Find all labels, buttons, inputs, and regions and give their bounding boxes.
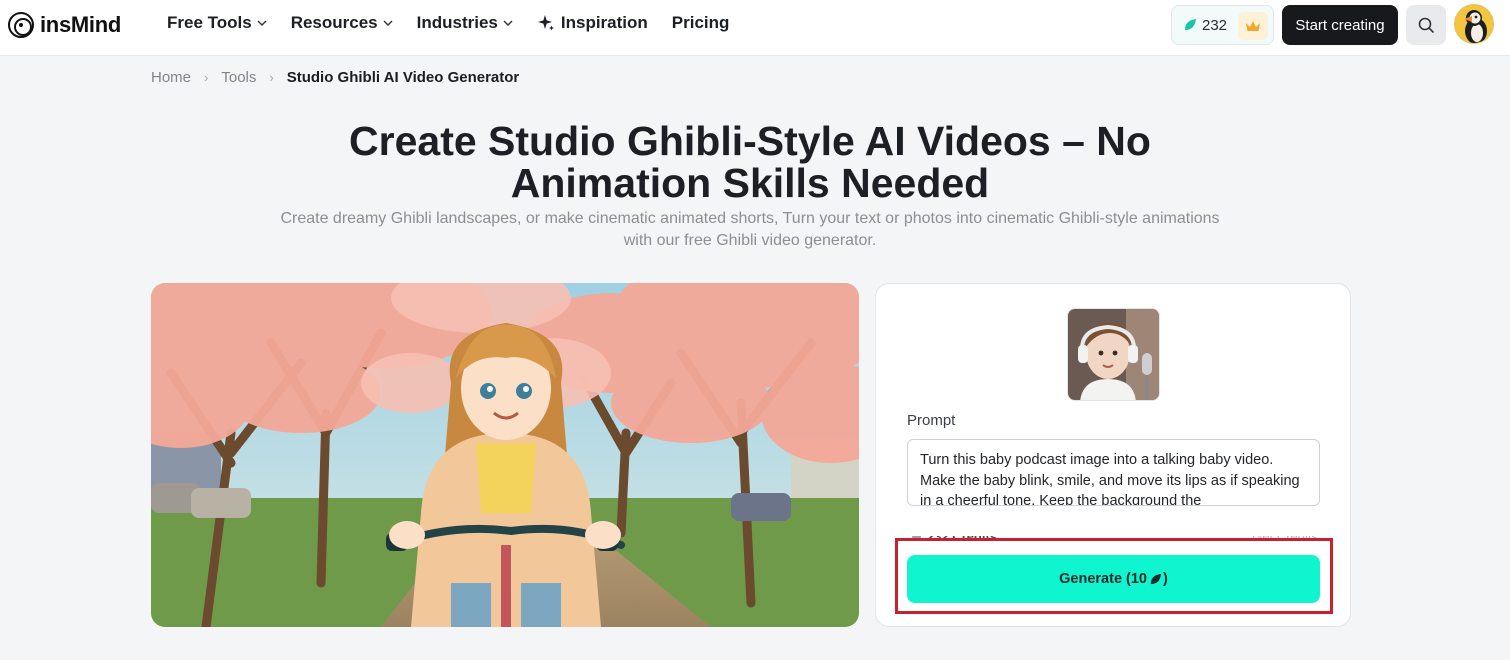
- page-subtitle: Create dreamy Ghibli landscapes, or make…: [280, 210, 1220, 249]
- main-nav: Free Tools Resources Industries Inspirat…: [167, 0, 753, 46]
- chevron-right-icon: ›: [204, 70, 209, 85]
- chevron-right-icon: ›: [269, 70, 274, 85]
- credits-pill[interactable]: 232: [1171, 5, 1274, 45]
- crown-icon[interactable]: [1238, 12, 1268, 40]
- highlight-annotation: [895, 538, 1333, 614]
- prompt-label: Prompt: [907, 412, 956, 429]
- nav-industries[interactable]: Industries: [417, 13, 513, 33]
- logo[interactable]: insMind: [8, 10, 121, 40]
- nav-free-tools[interactable]: Free Tools: [167, 13, 267, 33]
- uploaded-image-thumbnail[interactable]: [1067, 308, 1160, 401]
- leaf-icon: [1185, 19, 1196, 30]
- breadcrumb: Home › Tools › Studio Ghibli AI Video Ge…: [151, 69, 519, 86]
- nav-inspiration[interactable]: Inspiration: [537, 13, 648, 33]
- chevron-down-icon: [503, 20, 513, 26]
- breadcrumb-tools[interactable]: Tools: [221, 69, 256, 86]
- top-header: insMind Free Tools Resources Industries …: [0, 0, 1510, 56]
- search-icon: [1418, 17, 1434, 33]
- credits-count: 232: [1202, 16, 1228, 34]
- start-creating-button[interactable]: Start creating: [1282, 5, 1398, 45]
- logo-text: insMind: [40, 12, 122, 37]
- chevron-down-icon: [383, 20, 393, 26]
- hero-illustration: [151, 283, 859, 627]
- page-title: Create Studio Ghibli-Style AI Videos – N…: [349, 118, 1151, 206]
- avatar[interactable]: [1454, 4, 1494, 44]
- breadcrumb-current: Studio Ghibli AI Video Generator: [286, 69, 520, 86]
- search-button[interactable]: [1406, 5, 1446, 45]
- nav-pricing[interactable]: Pricing: [672, 13, 730, 33]
- nav-resources[interactable]: Resources: [291, 13, 393, 33]
- logo-icon: [8, 12, 34, 38]
- puffin-avatar-icon: [1455, 5, 1493, 43]
- breadcrumb-home[interactable]: Home: [151, 69, 191, 86]
- prompt-textarea[interactable]: Turn this baby podcast image into a talk…: [907, 439, 1320, 506]
- sparkle-icon: [537, 15, 554, 31]
- chevron-down-icon: [257, 20, 267, 26]
